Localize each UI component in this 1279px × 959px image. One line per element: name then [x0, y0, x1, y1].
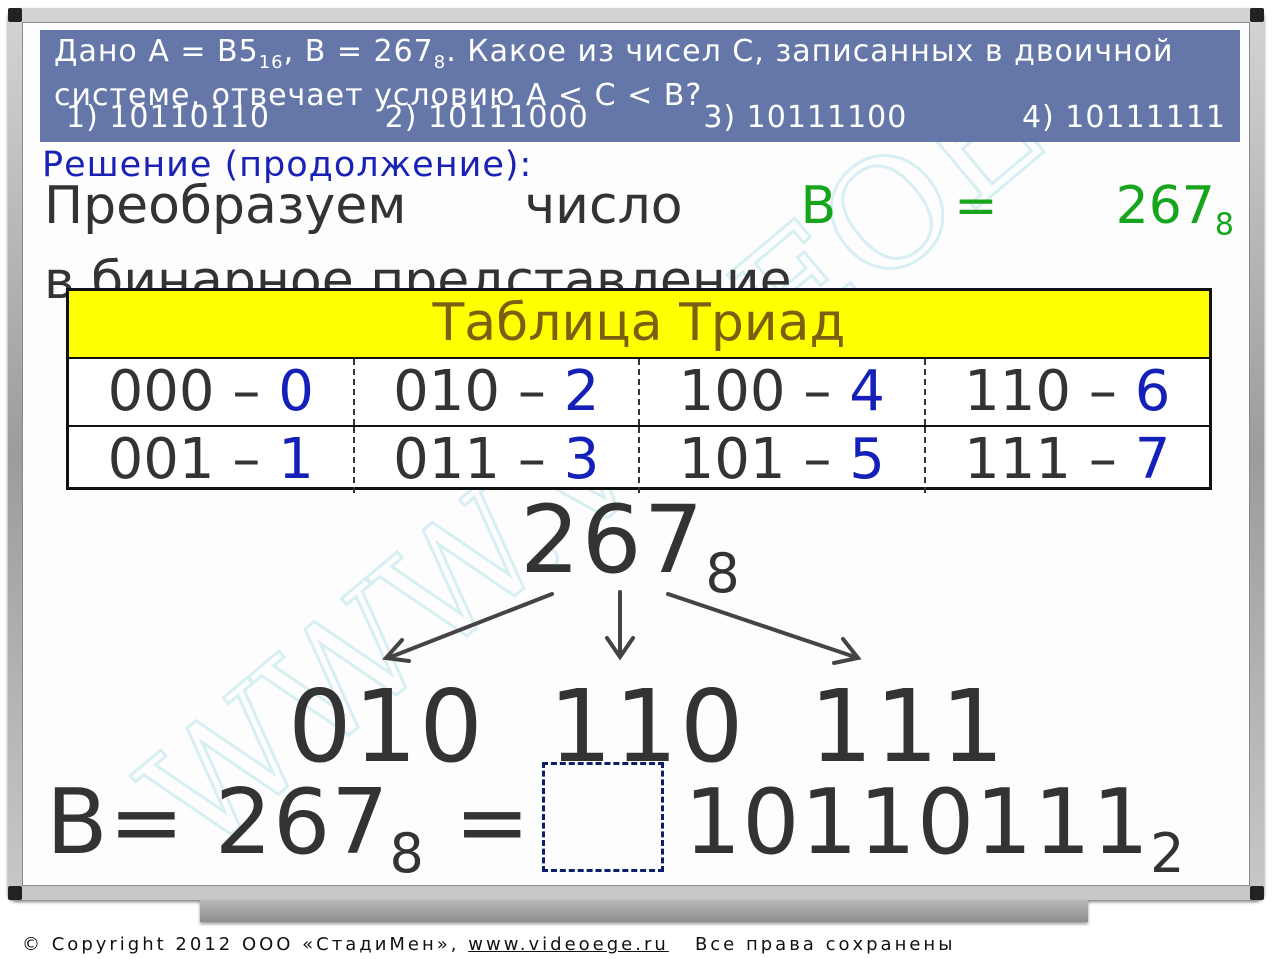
equation-lhs-base: 8: [389, 822, 425, 885]
arrow-right-down-icon: [666, 592, 862, 665]
equation-result-value: 10110111: [684, 770, 1151, 875]
equation-eq-sign: =: [454, 770, 531, 875]
copyright-text: Copyright 2012 ООО «СтадиМен»,: [51, 934, 460, 955]
equation-lhs-value: B= 267: [46, 770, 390, 875]
website-link[interactable]: www.videoege.ru: [468, 934, 669, 955]
arrow-down-icon: [605, 590, 635, 661]
copyright-icon: ©: [22, 934, 43, 955]
triad-out-3: 111: [809, 668, 1007, 785]
answer-placeholder-box: [542, 762, 664, 872]
triad-out-1: 010: [288, 668, 485, 785]
footer: © Copyright 2012 ООО «СтадиМен», www.vid…: [22, 934, 955, 955]
arrow-left-down-icon: [381, 592, 554, 663]
rights-text: Все права сохранены: [694, 934, 956, 955]
equation-result-base: 2: [1150, 822, 1186, 885]
equation-lhs: B= 2678 =: [46, 770, 531, 885]
equation-result: 101101112: [684, 770, 1185, 885]
